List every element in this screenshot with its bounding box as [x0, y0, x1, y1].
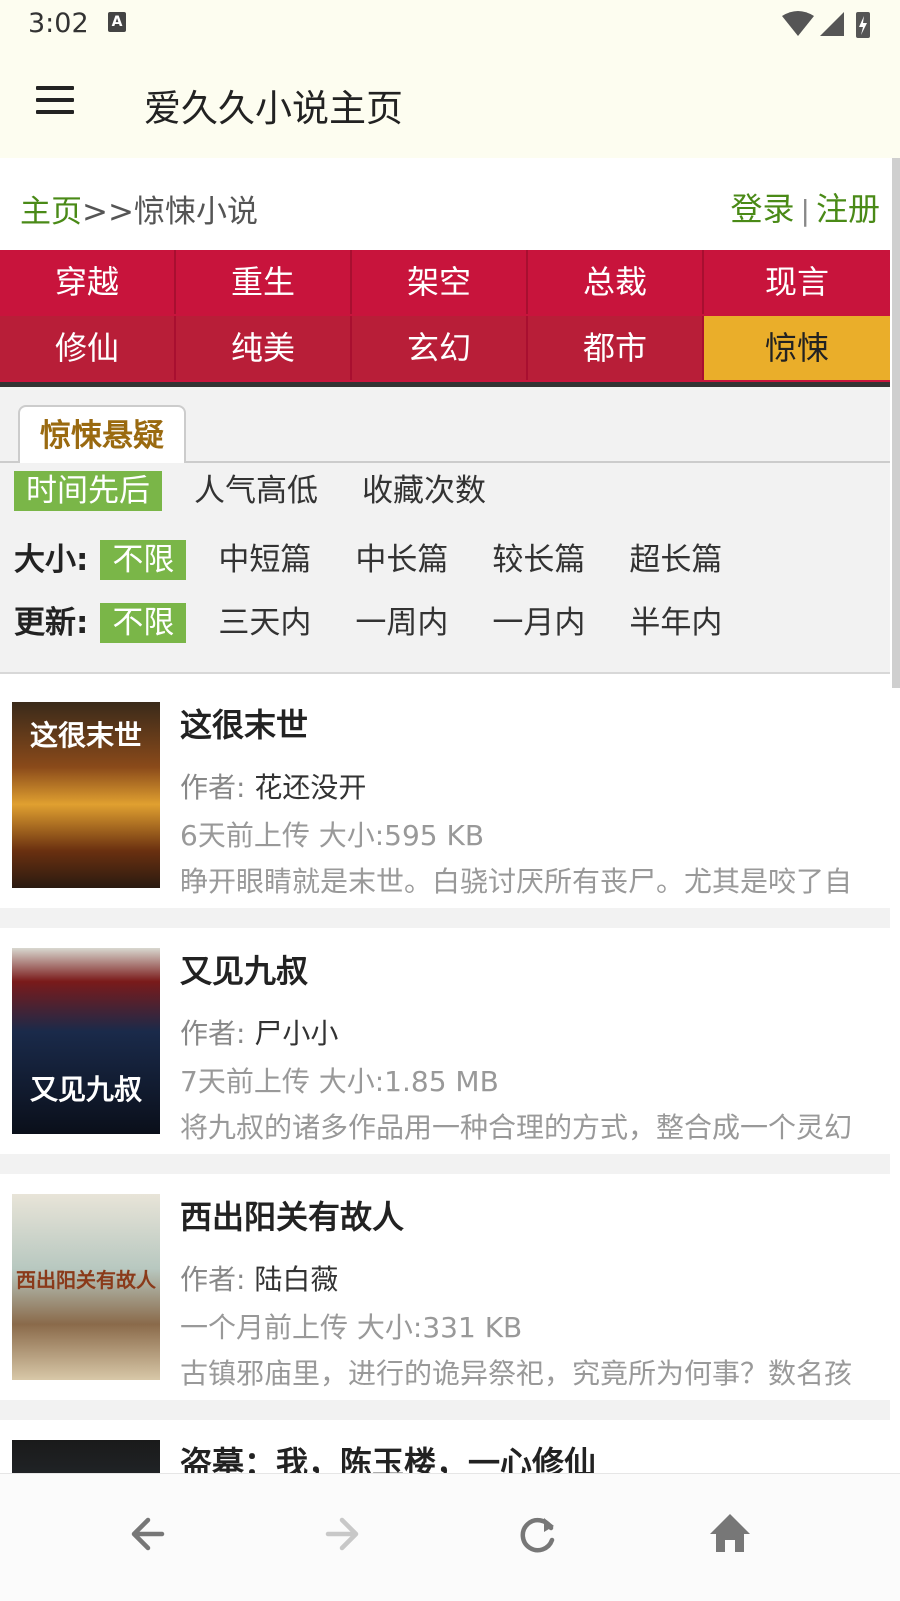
upload-time: 6天前上传 — [180, 819, 310, 852]
sort-favorites[interactable]: 收藏次数 — [350, 471, 498, 511]
book-cover-title: 又见九叔 — [29, 1073, 142, 1106]
update-halfyear[interactable]: 半年内 — [617, 603, 734, 643]
page-title: 爱久久小说主页 — [144, 87, 403, 130]
book-author: 作者: 尸小小 — [180, 1012, 338, 1052]
book-list-item[interactable]: 这很末世 这很末世 作者: 花还没开 6天前上传 大小:595 KB 睁开眼睛就… — [0, 682, 890, 910]
category-jiakong[interactable]: 架空 — [352, 250, 528, 314]
book-list-item[interactable]: 又见九叔 又见九叔 作者: 尸小小 7天前上传 大小:1.85 MB 将九叔的诸… — [0, 928, 890, 1156]
upload-time: 7天前上传 — [180, 1065, 310, 1098]
size-row: 大小: 不限 中短篇 中长篇 较长篇 超长篇 — [14, 534, 754, 580]
sort-time[interactable]: 时间先后 — [14, 471, 162, 511]
author-name: 尸小小 — [254, 1017, 339, 1050]
category-xianyan[interactable]: 现言 — [704, 250, 890, 314]
book-title[interactable]: 又见九叔 — [180, 946, 308, 992]
author-name: 陆白薇 — [254, 1263, 339, 1296]
book-size: 大小:595 KB — [318, 819, 485, 852]
app-bar: 爱久久小说主页 — [0, 50, 900, 158]
book-title[interactable]: 盗墓：我，陈玉楼，一心修仙 — [180, 1438, 596, 1473]
bottom-nav — [0, 1473, 900, 1601]
book-author: 作者: 花还没开 — [180, 766, 366, 806]
size-label: 大小: — [14, 542, 89, 578]
list-divider — [0, 908, 890, 928]
category-xuanhuan[interactable]: 玄幻 — [352, 316, 528, 380]
book-description: 睁开眼睛就是末世。白骁讨厌所有丧尸。尤其是咬了自 — [180, 865, 853, 898]
author-name: 花还没开 — [254, 771, 367, 804]
filter-panel: 惊悚悬疑 时间先后 人气高低 收藏次数 大小: 不限 中短篇 中长篇 较长篇 超长篇 更新: 不… — [0, 387, 890, 674]
category-grid: 穿越 重生 架空 总裁 现言 修仙 纯美 玄幻 都市 惊悚 — [0, 250, 890, 382]
book-size: 大小:331 KB — [356, 1311, 523, 1344]
size-extra-long[interactable]: 超长篇 — [617, 540, 734, 580]
breadcrumb: 主页>>惊悚小说 — [20, 186, 258, 231]
category-xiuxian[interactable]: 修仙 — [0, 316, 176, 380]
upload-time: 一个月前上传 — [180, 1311, 349, 1344]
book-title[interactable]: 这很末世 — [180, 700, 308, 746]
breadcrumb-row: 主页>>惊悚小说 登录 | 注册 — [0, 158, 890, 248]
breadcrumb-current: 惊悚小说 — [133, 194, 258, 230]
book-description: 古镇邪庙里，进行的诡异祭祀，究竟所为何事？数名孩 — [180, 1357, 853, 1390]
home-icon[interactable] — [700, 1504, 760, 1564]
category-dushi[interactable]: 都市 — [528, 316, 704, 380]
author-label: 作者: — [180, 771, 255, 804]
book-meta: 一个月前上传 大小:331 KB — [180, 1306, 522, 1346]
list-divider — [0, 1154, 890, 1174]
book-author: 作者: 陆白薇 — [180, 1258, 338, 1298]
forward-arrow-icon[interactable] — [314, 1504, 374, 1564]
book-list-item[interactable]: 西出阳关有故人 西出阳关有故人 作者: 陆白薇 一个月前上传 大小:331 KB… — [0, 1174, 890, 1402]
breadcrumb-home-link[interactable]: 主页 — [20, 194, 82, 230]
sort-row: 时间先后 人气高低 收藏次数 — [14, 471, 518, 511]
category-jingsong-active[interactable]: 惊悚 — [704, 316, 890, 380]
update-month[interactable]: 一月内 — [480, 603, 597, 643]
update-row: 更新: 不限 三天内 一周内 一月内 半年内 — [14, 597, 754, 643]
list-divider — [0, 1400, 890, 1420]
refresh-icon[interactable] — [508, 1504, 568, 1564]
category-chunmei[interactable]: 纯美 — [176, 316, 352, 380]
book-meta: 7天前上传 大小:1.85 MB — [180, 1060, 499, 1100]
book-cover-image[interactable] — [12, 1440, 160, 1473]
book-cover-title: 西出阳关有故人 — [16, 1268, 156, 1292]
hamburger-menu-icon[interactable] — [36, 86, 74, 118]
book-cover-image[interactable]: 西出阳关有故人 — [12, 1194, 160, 1380]
size-long[interactable]: 较长篇 — [480, 540, 597, 580]
register-link[interactable]: 注册 — [816, 190, 880, 228]
auth-links: 登录 | 注册 — [731, 184, 880, 230]
update-3days[interactable]: 三天内 — [206, 603, 323, 643]
status-time: 3:02 — [28, 8, 89, 39]
book-title[interactable]: 西出阳关有故人 — [180, 1192, 404, 1238]
category-chuanyue[interactable]: 穿越 — [0, 250, 176, 314]
book-size: 大小:1.85 MB — [318, 1065, 499, 1098]
login-link[interactable]: 登录 — [731, 190, 795, 228]
size-any[interactable]: 不限 — [100, 540, 187, 580]
sort-popularity[interactable]: 人气高低 — [182, 471, 330, 511]
category-row-1: 穿越 重生 架空 总裁 现言 — [0, 250, 890, 316]
scrollbar[interactable] — [892, 158, 900, 688]
tab-thriller-suspense[interactable]: 惊悚悬疑 — [18, 405, 186, 463]
size-short[interactable]: 中短篇 — [206, 540, 323, 580]
update-week[interactable]: 一周内 — [343, 603, 460, 643]
book-list-item[interactable]: 盗墓：我，陈玉楼，一心修仙 — [0, 1420, 890, 1473]
book-meta: 6天前上传 大小:595 KB — [180, 814, 484, 854]
category-row-2: 修仙 纯美 玄幻 都市 惊悚 — [0, 316, 890, 382]
author-label: 作者: — [180, 1263, 255, 1296]
auth-divider: | — [800, 194, 810, 227]
breadcrumb-separator: >> — [82, 194, 134, 230]
notification-a-icon: A — [108, 12, 126, 32]
book-description: 将九叔的诸多作品用一种合理的方式，整合成一个灵幻 — [180, 1111, 853, 1144]
size-medium[interactable]: 中长篇 — [343, 540, 460, 580]
status-bar: 3:02 A — [0, 0, 900, 50]
signal-battery-icon — [782, 11, 870, 38]
category-zongcai[interactable]: 总裁 — [528, 250, 704, 314]
back-arrow-icon[interactable] — [122, 1504, 182, 1564]
category-chongsheng[interactable]: 重生 — [176, 250, 352, 314]
author-label: 作者: — [180, 1017, 255, 1050]
book-cover-image[interactable]: 又见九叔 — [12, 948, 160, 1134]
update-any[interactable]: 不限 — [100, 603, 187, 643]
book-cover-title: 这很末世 — [29, 719, 142, 752]
book-cover-image[interactable]: 这很末世 — [12, 702, 160, 888]
status-icons — [782, 10, 876, 44]
update-label: 更新: — [14, 605, 89, 641]
